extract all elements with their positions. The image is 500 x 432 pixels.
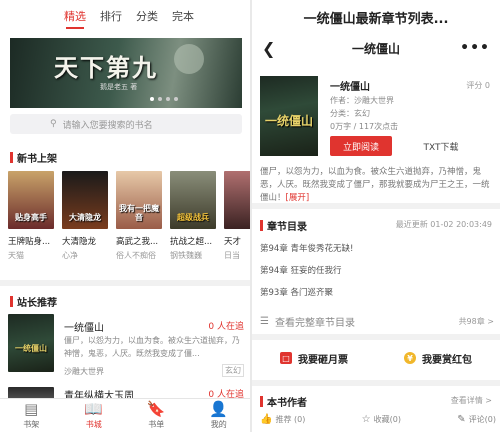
bookstore-icon: 📖 — [84, 399, 104, 418]
book-item[interactable]: 大清隐龙 大清隐龙 心净 — [62, 171, 108, 261]
book-title: 天才 — [224, 237, 242, 247]
banner-title: 天下第九 — [54, 53, 158, 82]
follow-count: 0 人在追 — [208, 322, 244, 332]
page-title: 一统僵山最新章节列表... — [303, 11, 449, 27]
promo-banner[interactable]: 天下第九 鹅是老五 著 — [10, 38, 242, 108]
favorite-button[interactable]: ☆ 收藏(0) — [362, 414, 401, 425]
chapter-item[interactable]: 第93章 各门巡齐聚 — [260, 286, 333, 298]
new-books-title: 新书上架 — [10, 150, 57, 165]
more-icon[interactable]: ••• — [460, 40, 490, 56]
ticket-icon: □ — [280, 352, 292, 364]
section-divider — [252, 380, 500, 386]
book-item[interactable]: 超级战兵 抗战之超... 钢铁魏巍 — [170, 171, 216, 261]
book-cover: 超级战兵 — [170, 171, 216, 229]
book-item[interactable]: 我有一把魔音 高武之我... 俗人不痴俗 — [116, 171, 162, 261]
book-title: 抗战之超... — [170, 237, 213, 247]
book-cover: 贴身高手 — [8, 171, 54, 229]
detail-header: ❮ 一统僵山 ••• — [252, 34, 500, 62]
comment-button[interactable]: ✎ 评论(0) — [457, 414, 496, 425]
book-cover: 我有一把魔音 — [116, 171, 162, 229]
book-author: 俗人不痴俗 — [116, 251, 156, 260]
chapter-item[interactable]: 第94章 青年俊秀花无缺! — [260, 242, 353, 254]
search-input[interactable]: ⚲ 请输入您要搜索的书名 — [10, 114, 242, 134]
coin-icon: ¥ — [404, 352, 416, 364]
thumbs-up-icon: 👍 — [260, 414, 273, 425]
bookshelf-icon: ▤ — [24, 399, 39, 418]
nav-bookstore[interactable]: 📖 书城 — [63, 399, 126, 432]
new-books-list: 贴身高手 王牌贴身... 天猫 大清隐龙 大清隐龙 心净 我有一把魔音 高武之我… — [8, 171, 250, 261]
comment-icon: ✎ — [457, 414, 466, 425]
book-category: 分类：玄幻 — [330, 109, 370, 118]
tab-category[interactable]: 分类 — [136, 8, 158, 24]
txt-download-button[interactable]: TXT下载 — [410, 136, 472, 156]
tab-finished[interactable]: 完本 — [172, 8, 194, 24]
book-item[interactable]: 贴身高手 王牌贴身... 天猫 — [8, 171, 54, 261]
book-cover — [224, 171, 250, 229]
recommend-item[interactable]: 一统僵山 一统僵山 0 人在追 僵尸，以怨为力，以血为食。被众生六道抛弃，乃神憎… — [8, 314, 244, 377]
book-item[interactable]: 天才 日当 — [224, 171, 250, 261]
star-icon: ☆ — [361, 414, 371, 425]
book-title: 大清隐龙 — [62, 237, 97, 247]
book-stats-row: 👍 推荐 (0) ☆ 收藏(0) ✎ 评论(0) — [260, 414, 496, 425]
book-title: 一统僵山 — [64, 323, 104, 334]
banner-pagination — [150, 97, 178, 101]
header-title: 一统僵山 — [351, 41, 400, 56]
search-placeholder: 请输入您要搜索的书名 — [62, 120, 153, 131]
recommend-title: 站长推荐 — [10, 294, 57, 309]
recommend-button[interactable]: 👍 推荐 (0) — [260, 414, 305, 425]
book-author: 心净 — [62, 251, 78, 260]
back-arrow-icon[interactable]: ❮ — [262, 39, 275, 58]
chapter-item[interactable]: 第94章 狂妄的任我行 — [260, 264, 342, 276]
nav-bookshelf[interactable]: ▤ 书架 — [0, 399, 63, 432]
expand-link[interactable]: [展开] — [286, 193, 310, 203]
book-author: 作者：沙雕大世界 — [330, 96, 394, 105]
book-detail-screen: 一统僵山最新章节列表... ❮ 一统僵山 ••• 一统僵山 一统僵山 评分 0 … — [252, 0, 500, 432]
support-actions: □ 我要砸月票 ¥ 我要赏红包 — [252, 340, 500, 376]
category-tabs: 精选 排行 分类 完本 — [0, 0, 250, 32]
profile-icon: 👤 — [209, 399, 229, 418]
book-cover: 一统僵山 — [8, 314, 54, 372]
book-score: 评分 0 — [466, 81, 490, 90]
view-all-chapters[interactable]: ☰ 查看完整章节目录 共98章 > — [260, 313, 494, 329]
book-cover: 大清隐龙 — [62, 171, 108, 229]
bottom-nav: ▤ 书架 📖 书城 🔖 书单 👤 我的 — [0, 398, 250, 432]
list-icon: ☰ — [260, 315, 269, 327]
search-icon: ⚲ — [50, 119, 57, 129]
booklist-icon: 🔖 — [146, 399, 166, 418]
book-author: 沙雕大世界 — [64, 367, 104, 376]
book-author: 日当 — [224, 251, 240, 260]
banner-moon — [174, 44, 204, 74]
nav-booklist[interactable]: 🔖 书单 — [125, 399, 188, 432]
book-description: 僵尸，以怨为力，以血为食。被众生六道抛弃，乃神憎，鬼恶，人厌。既然我变成了僵尸，… — [260, 167, 490, 203]
read-now-button[interactable]: 立即阅读 — [330, 136, 392, 156]
last-updated: 最近更新 01-02 20:03:49 — [395, 220, 492, 229]
chapter-count: 共98章 > — [458, 316, 494, 326]
book-author: 天猫 — [8, 251, 24, 260]
book-title: 王牌贴身... — [8, 237, 51, 247]
book-cover: 一统僵山 — [260, 76, 318, 156]
bookstore-screen: 精选 排行 分类 完本 天下第九 鹅是老五 著 ⚲ 请输入您要搜索的书名 新书上… — [0, 0, 250, 432]
author-section-title: 本书作者 — [260, 394, 307, 409]
view-details-link[interactable]: 查看详情 > — [451, 395, 492, 406]
monthly-vote-button[interactable]: □ 我要砸月票 — [252, 340, 376, 376]
tab-ranking[interactable]: 排行 — [100, 8, 122, 24]
section-divider — [252, 203, 500, 209]
section-divider — [0, 280, 250, 286]
book-author: 钢铁魏巍 — [170, 251, 202, 260]
book-stats: 0万字 / 117次点击 — [330, 122, 399, 131]
book-title: 高武之我... — [116, 237, 159, 247]
nav-profile[interactable]: 👤 我的 — [188, 399, 251, 432]
book-name: 一统僵山 — [330, 82, 370, 93]
reward-button[interactable]: ¥ 我要赏红包 — [376, 340, 500, 376]
tab-featured[interactable]: 精选 — [64, 8, 86, 29]
chapter-list-title: 章节目录 — [260, 218, 307, 233]
book-description: 僵尸，以怨为力，以血为食。被众生六道抛弃，乃神憎，鬼恶，人厌。既然我变成了僵..… — [64, 336, 240, 358]
genre-badge: 玄幻 — [222, 364, 244, 377]
banner-subtitle: 鹅是老五 著 — [100, 83, 138, 91]
